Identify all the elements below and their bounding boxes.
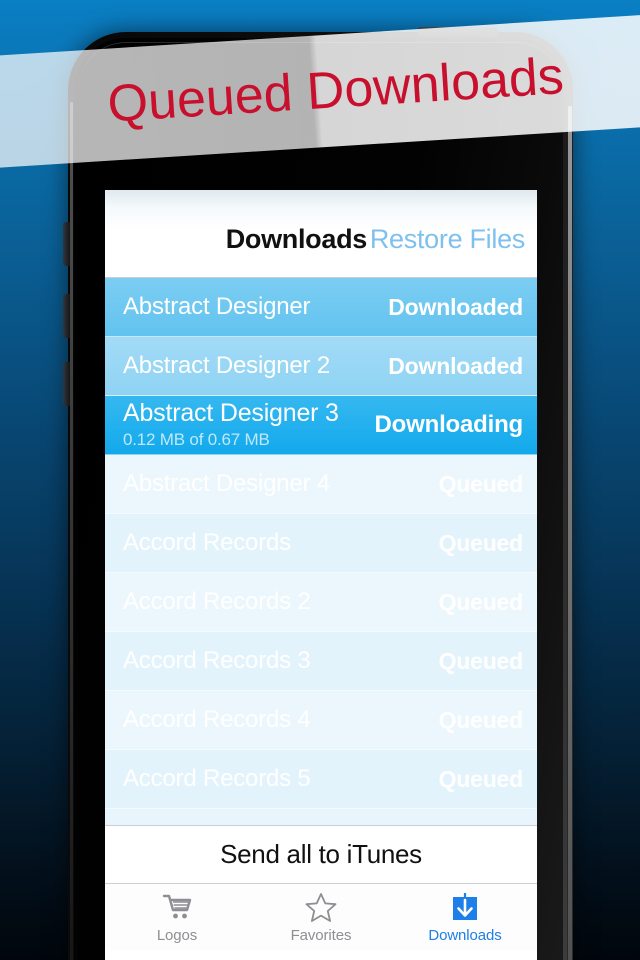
download-item-name: Abstract Designer 4 <box>123 470 330 498</box>
download-item-name: Accord Records 4 <box>123 706 311 734</box>
app-screen: Downloads Restore Files Abstract Designe… <box>105 190 537 960</box>
download-row[interactable]: Accord Records 3 Queued <box>105 632 537 691</box>
download-row[interactable]: Abstract Designer 3 0.12 MB of 0.67 MB Dow… <box>105 396 537 455</box>
download-status-badge: Queued <box>438 588 524 615</box>
tab-favorites[interactable]: Favorites <box>249 884 393 951</box>
download-row-text: Accord Records 2 <box>123 588 351 616</box>
shopping-cart-icon <box>162 891 192 923</box>
restore-files-button[interactable]: Restore Files <box>370 224 525 255</box>
power-button[interactable] <box>418 27 498 37</box>
download-row-text: Accord Records 3 <box>123 647 351 675</box>
download-item-name: Accord Records 2 <box>123 588 311 616</box>
silent-switch[interactable] <box>63 222 70 266</box>
tab-downloads[interactable]: Downloads <box>393 884 537 951</box>
download-row-text: Accord Records 4 <box>123 706 351 734</box>
download-status-badge: Queued <box>438 529 524 556</box>
tab-label: Downloads <box>428 927 502 944</box>
download-row[interactable]: Accord Records 4 Queued <box>105 691 537 750</box>
page-title: Downloads <box>225 224 368 254</box>
download-row[interactable]: Accord Records 2 Queued <box>105 573 537 632</box>
phone-left-highlight <box>70 102 73 960</box>
download-row[interactable]: Abstract Designer 4 Queued <box>105 455 537 514</box>
download-row-text: Accord Records 5 <box>123 765 351 793</box>
download-item-name: Accord Records 5 <box>123 765 311 793</box>
download-item-name: Abstract Designer 2 <box>123 352 330 380</box>
download-status-badge: Queued <box>438 765 524 792</box>
tab-logos[interactable]: Logos <box>105 884 249 951</box>
download-row[interactable]: Accord Records Queued <box>105 514 537 573</box>
download-item-name: Accord Records 3 <box>123 647 311 675</box>
tab-bar[interactable]: Logos Favorites Downloads <box>105 884 537 951</box>
download-item-name: Abstract Designer 3 <box>123 399 339 428</box>
download-row-text: Abstract Designer 4 <box>123 470 351 498</box>
download-row-text: Abstract Designer 3 0.12 MB of 0.67 MB <box>123 400 351 450</box>
download-row[interactable]: Accord Records 5 Queued <box>105 750 537 809</box>
download-row-text: Accord Records <box>123 529 351 557</box>
download-progress-detail: 0.12 MB of 0.67 MB <box>123 429 270 449</box>
tab-label: Favorites <box>290 927 352 944</box>
phone-right-highlight <box>568 106 572 960</box>
star-outline-icon <box>305 891 337 923</box>
volume-up-button[interactable] <box>63 294 70 338</box>
download-row-text: Abstract Designer <box>123 293 351 321</box>
download-status-badge: Queued <box>438 470 524 497</box>
download-status-badge: Downloading <box>374 411 524 438</box>
download-row[interactable]: Abstract Designer Downloaded <box>105 278 537 337</box>
download-item-name: Accord Records <box>123 529 291 557</box>
download-row-text: Abstract Designer 2 <box>123 352 351 380</box>
download-row[interactable]: Abstract Designer 2 Downloaded <box>105 337 537 396</box>
navigation-bar: Downloads Restore Files <box>105 190 537 278</box>
download-status-badge: Downloaded <box>388 352 523 379</box>
tab-label: Logos <box>156 927 198 944</box>
download-status-badge: Queued <box>438 706 524 733</box>
download-box-icon <box>449 891 481 923</box>
volume-down-button[interactable] <box>63 362 70 406</box>
send-all-to-itunes-button[interactable]: Send all to iTunes <box>105 826 537 884</box>
downloads-list[interactable]: Abstract Designer Downloaded Abstract Desi… <box>105 278 537 809</box>
list-bottom-filler <box>105 809 537 826</box>
send-all-to-itunes-label: Send all to iTunes <box>220 839 422 869</box>
download-status-badge: Queued <box>438 647 524 674</box>
download-status-badge: Downloaded <box>388 293 523 320</box>
download-item-name: Abstract Designer <box>123 293 311 321</box>
screenshot-stage: Downloads Restore Files Abstract Designe… <box>0 0 640 960</box>
